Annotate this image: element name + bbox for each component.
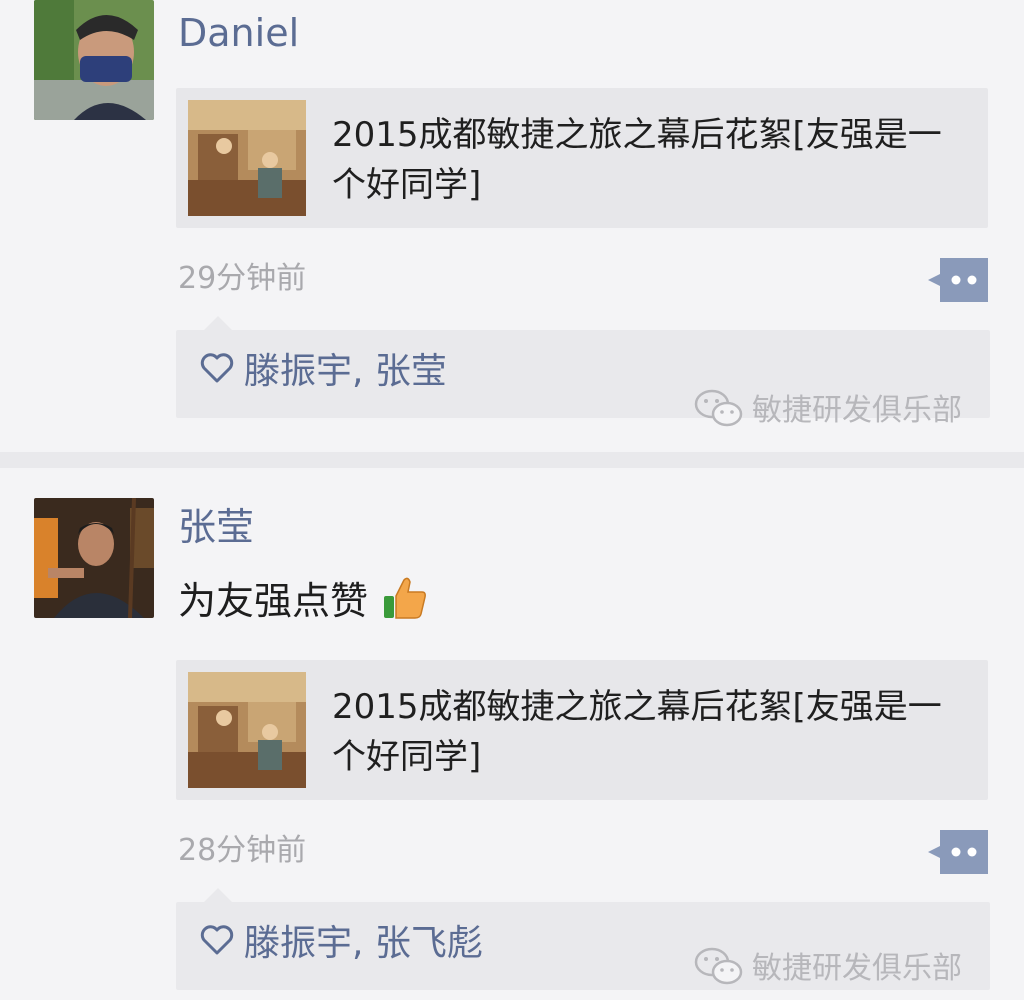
heart-outline-icon xyxy=(200,924,234,963)
watermark: 敏捷研发俱乐部 xyxy=(694,946,962,992)
avatar[interactable] xyxy=(34,498,154,618)
moment-post: 张莹 为友强点赞 2015成都敏捷之旅之幕后花絮[友强是一个好同学] 28分钟前… xyxy=(0,468,1024,1000)
heart-outline-icon xyxy=(200,352,234,391)
wechat-logo-icon xyxy=(694,946,744,992)
timestamp: 29分钟前 xyxy=(178,261,307,296)
shared-link-card[interactable]: 2015成都敏捷之旅之幕后花絮[友强是一个好同学] xyxy=(176,660,988,800)
comment-bubble-icon[interactable] xyxy=(926,258,988,302)
link-title: 2015成都敏捷之旅之幕后花絮[友强是一个好同学] xyxy=(332,115,942,205)
thumbs-up-emoji-icon xyxy=(380,574,428,628)
avatar[interactable] xyxy=(34,0,154,120)
watermark: 敏捷研发俱乐部 xyxy=(694,388,962,434)
likes-names[interactable]: 滕振宇, 张莹 xyxy=(244,353,447,390)
caption-text: 为友强点赞 xyxy=(178,579,369,623)
timestamp: 28分钟前 xyxy=(178,833,307,868)
link-thumbnail xyxy=(188,100,306,216)
comment-bubble-icon[interactable] xyxy=(926,830,988,874)
shared-link-card[interactable]: 2015成都敏捷之旅之幕后花絮[友强是一个好同学] xyxy=(176,88,988,228)
likes-names[interactable]: 滕振宇, 张飞彪 xyxy=(244,925,483,962)
post-caption: 为友强点赞 xyxy=(178,574,428,628)
link-title: 2015成都敏捷之旅之幕后花絮[友强是一个好同学] xyxy=(332,687,942,777)
link-thumbnail xyxy=(188,672,306,788)
watermark-text: 敏捷研发俱乐部 xyxy=(752,951,962,986)
wechat-logo-icon xyxy=(694,388,744,434)
author-name[interactable]: Daniel xyxy=(178,14,299,52)
author-name[interactable]: 张莹 xyxy=(178,508,254,546)
moment-post: Daniel 2015成都敏捷之旅之幕后花絮[友强是一个好同学] 29分钟前 滕… xyxy=(0,0,1024,452)
watermark-text: 敏捷研发俱乐部 xyxy=(752,393,962,428)
